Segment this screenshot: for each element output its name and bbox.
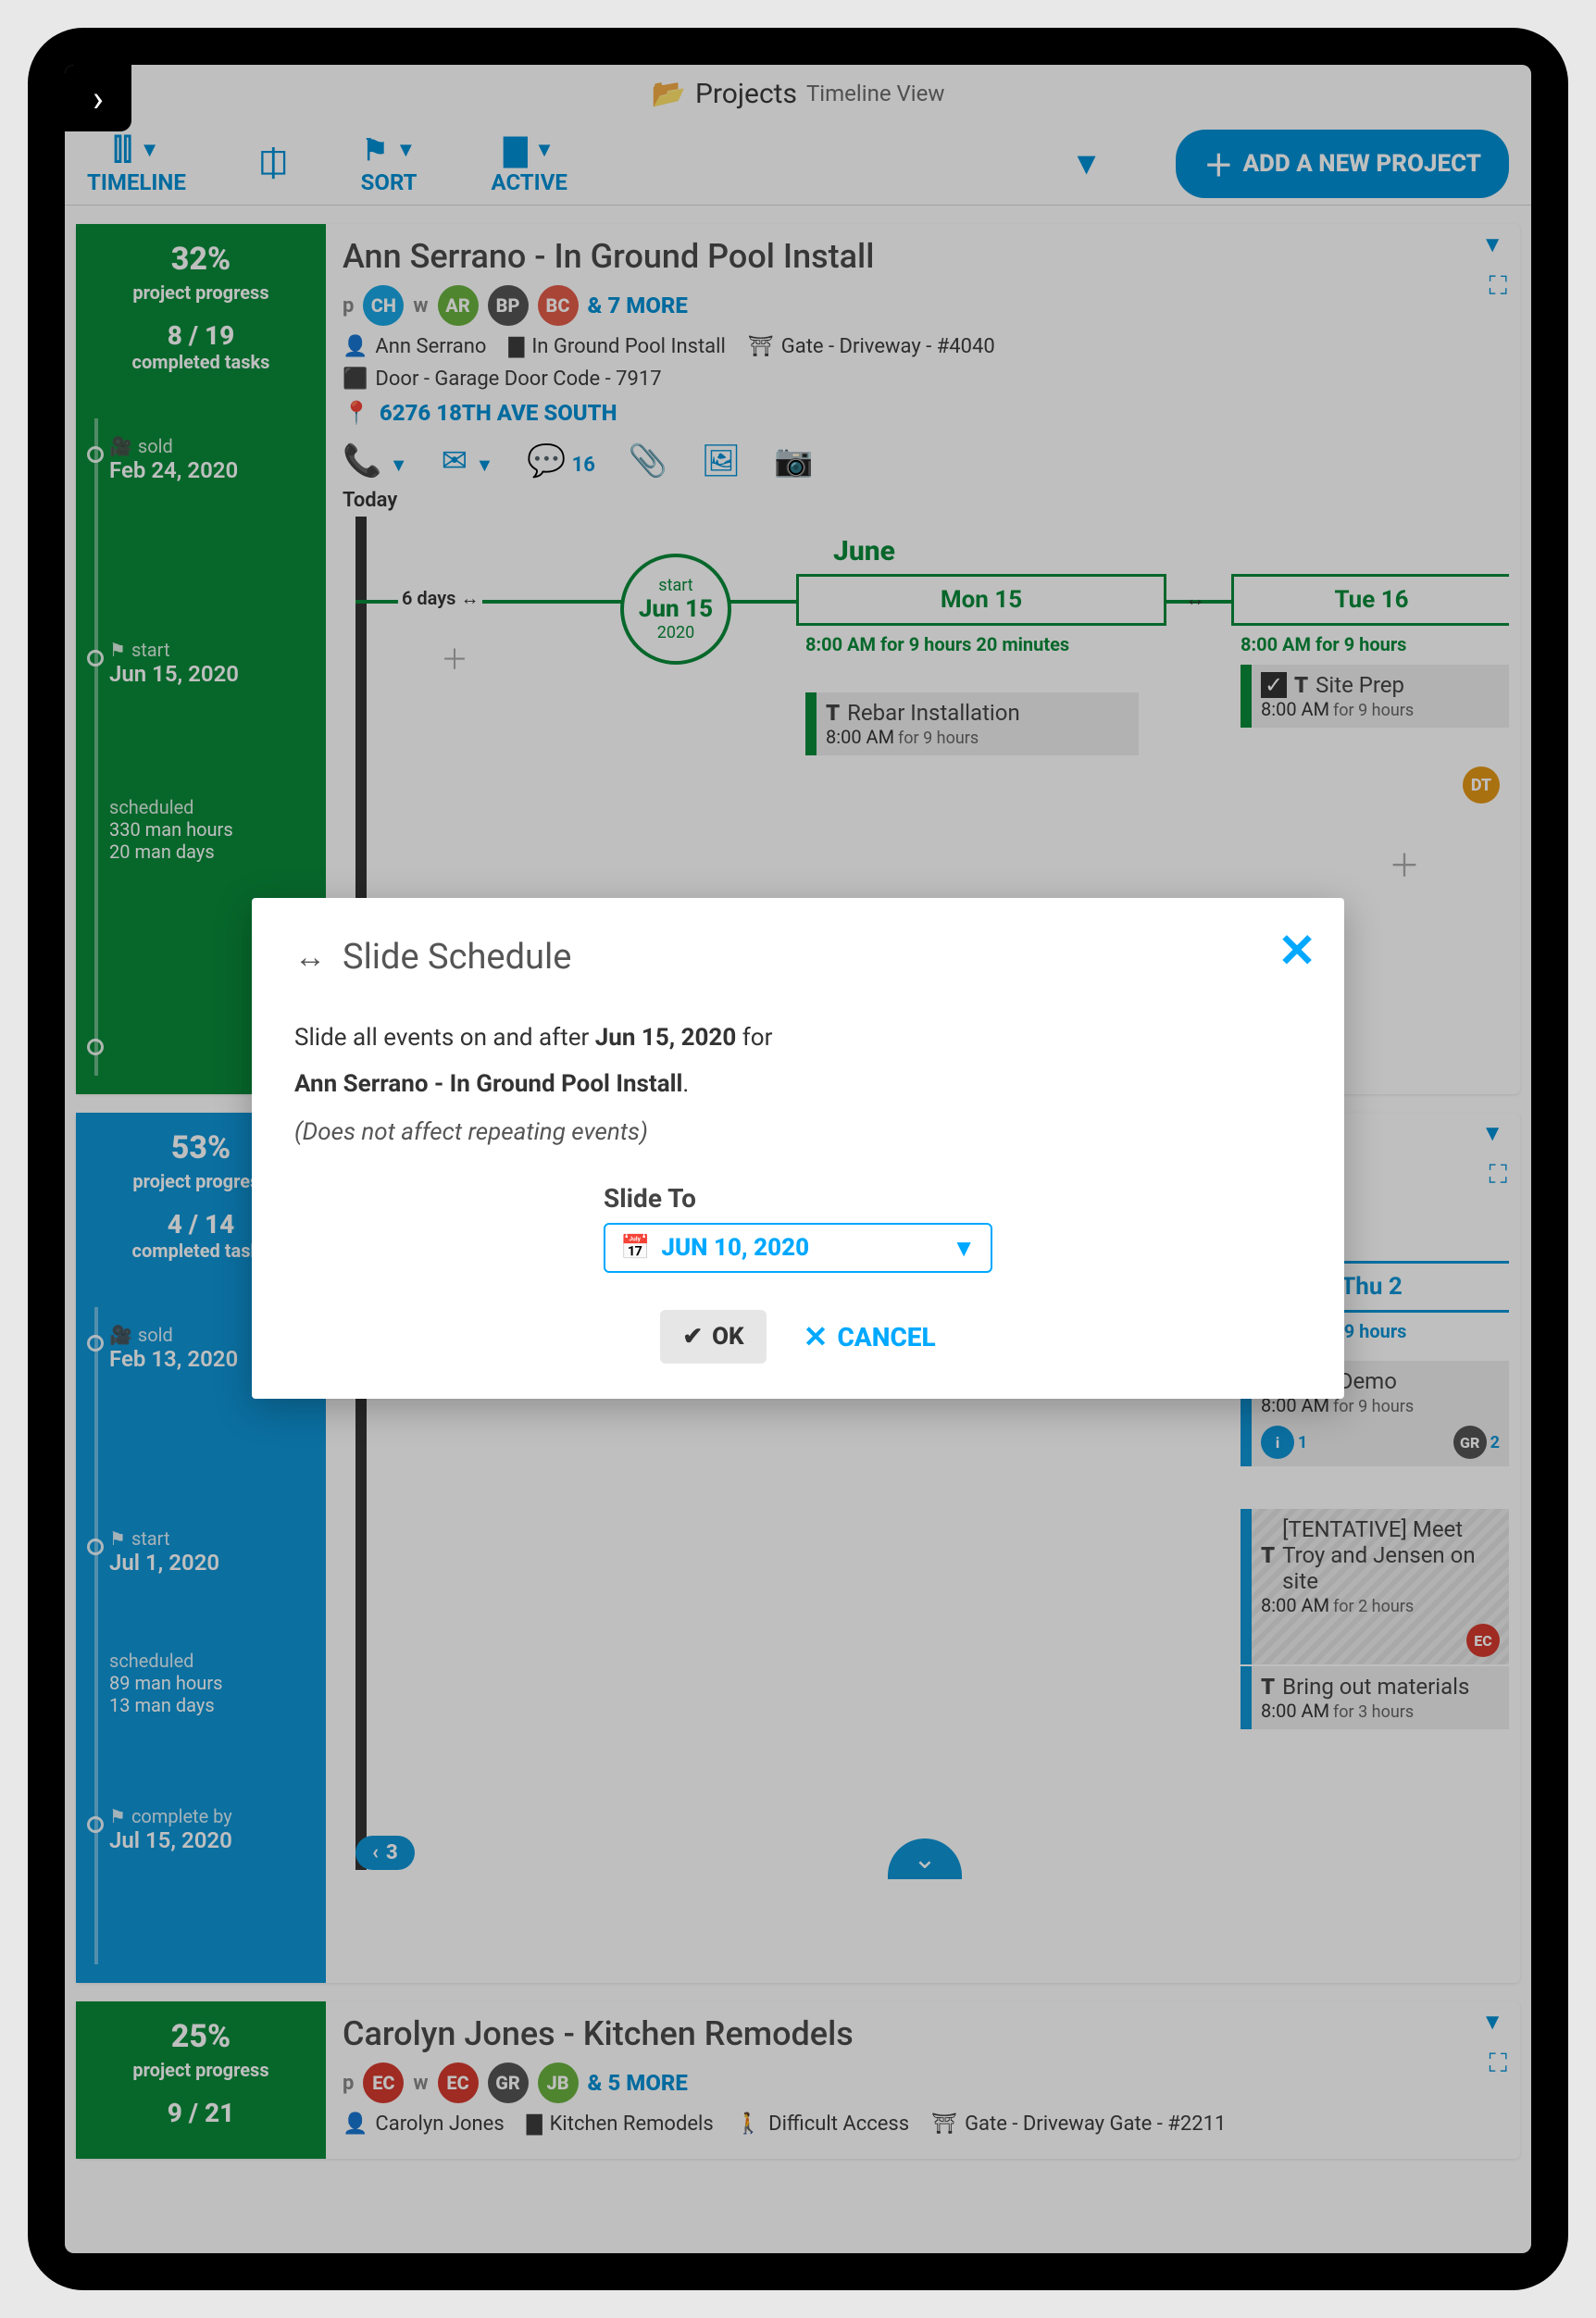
modal-title-text: Slide Schedule (343, 937, 571, 978)
slide-icon: ↔ (294, 939, 326, 976)
chevron-right-icon: › (93, 77, 104, 120)
slide-to-label: Slide To (604, 1183, 992, 1214)
modal-intro-suffix: for (736, 1024, 772, 1052)
ok-button[interactable]: ✔ OK (660, 1310, 766, 1364)
check-icon: ✔ (682, 1323, 703, 1351)
chevron-down-icon: ▼ (952, 1234, 976, 1263)
modal-close-button[interactable]: ✕ (1278, 924, 1316, 978)
modal-note: (Does not affect repeating events) (294, 1118, 648, 1146)
close-icon: ✕ (1278, 925, 1316, 978)
slide-schedule-modal: ↔ Slide Schedule ✕ Slide all events on a… (252, 898, 1344, 1399)
slide-to-date-picker[interactable]: 📅 JUN 10, 2020 ▼ (604, 1223, 992, 1273)
slide-to-date-value: JUN 10, 2020 (661, 1234, 809, 1262)
cancel-label: CANCEL (837, 1322, 935, 1352)
modal-intro-date: Jun 15, 2020 (595, 1024, 736, 1052)
close-icon: ✕ (804, 1319, 829, 1354)
ok-label: OK (712, 1323, 744, 1351)
drawer-toggle[interactable]: › (65, 65, 131, 131)
cancel-button[interactable]: ✕ CANCEL (804, 1319, 936, 1354)
modal-body: Slide all events on and after Jun 15, 20… (294, 1024, 1302, 1146)
calendar-icon: 📅 (620, 1234, 650, 1262)
modal-project-name: Ann Serrano - In Ground Pool Install (294, 1070, 682, 1098)
modal-intro-prefix: Slide all events on and after (294, 1024, 595, 1052)
modal-title: ↔ Slide Schedule (294, 937, 1302, 978)
